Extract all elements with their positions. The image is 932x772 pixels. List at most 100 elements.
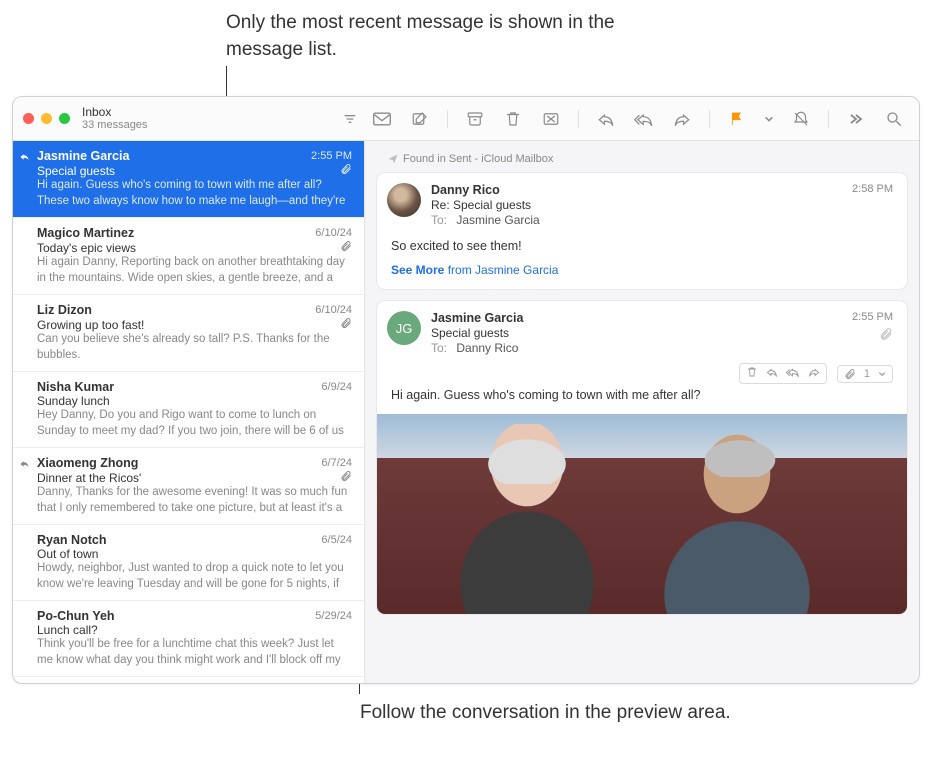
- message-time: 2:58 PM: [852, 183, 893, 195]
- attachment-image[interactable]: [377, 414, 907, 614]
- found-in-banner: Found in Sent - iCloud Mailbox: [377, 151, 907, 173]
- inline-reply-icon[interactable]: [766, 366, 778, 381]
- replied-icon: [19, 151, 30, 165]
- to-label: To:: [431, 341, 447, 355]
- avatar: JG: [387, 311, 421, 345]
- subject: Growing up too fast!: [37, 318, 340, 332]
- from-name: Jasmine Garcia: [431, 311, 842, 325]
- message-row[interactable]: Po-Chun Yeh5/29/24Lunch call?Think you'l…: [13, 601, 364, 677]
- message-row[interactable]: Liz Dizon6/10/24 Growing up too fast!Can …: [13, 295, 364, 372]
- message-row[interactable]: Xiaomeng Zhong6/7/24Dinner at the Ricos'…: [13, 448, 364, 525]
- message-header: JG Jasmine Garcia Special guests To: Dan…: [377, 301, 907, 361]
- message-header: Danny Rico Re: Special guests To: Jasmin…: [377, 173, 907, 233]
- annotation-bottom: Follow the conversation in the preview a…: [360, 700, 760, 727]
- attachment-icon: [340, 317, 352, 332]
- message-row[interactable]: Ryan Notch6/5/24Out of townHowdy, neighb…: [13, 525, 364, 601]
- subject: Lunch call?: [37, 623, 352, 637]
- toolbar-separator: [828, 110, 829, 128]
- inline-trash-icon[interactable]: [746, 366, 758, 381]
- sender: Po-Chun Yeh: [37, 609, 315, 623]
- flag-menu-chevron-icon[interactable]: [764, 108, 774, 130]
- sender: Ryan Notch: [37, 533, 321, 547]
- sender: Magico Martinez: [37, 226, 315, 240]
- conversation-message[interactable]: Danny Rico Re: Special guests To: Jasmin…: [377, 173, 907, 289]
- message-row[interactable]: Magico Martinez6/10/24 Today's epic views…: [13, 218, 364, 295]
- close-window-button[interactable]: [23, 113, 34, 124]
- found-in-text: Found in Sent - iCloud Mailbox: [403, 153, 553, 165]
- attachment-icon: [340, 163, 352, 178]
- from-name: Danny Rico: [431, 183, 842, 197]
- date: 2:55 PM: [311, 150, 352, 162]
- attachment-icon: [340, 470, 352, 485]
- inline-reply-all-icon[interactable]: [786, 366, 800, 381]
- inline-forward-icon[interactable]: [808, 366, 820, 381]
- sender: Jasmine Garcia: [37, 149, 311, 163]
- conversation-message[interactable]: JG Jasmine Garcia Special guests To: Dan…: [377, 301, 907, 614]
- message-time: 2:55 PM: [852, 311, 893, 323]
- preview-pane: Found in Sent - iCloud Mailbox Danny Ric…: [365, 141, 919, 683]
- trash-icon[interactable]: [502, 108, 524, 130]
- subject: Today's epic views: [37, 241, 340, 255]
- preview-text: Hi again Danny, Reporting back on anothe…: [37, 255, 352, 286]
- to-label: To:: [431, 213, 447, 227]
- minimize-window-button[interactable]: [41, 113, 52, 124]
- toolbar-separator: [447, 110, 448, 128]
- mailbox-name: Inbox: [82, 105, 337, 119]
- message-list[interactable]: Jasmine Garcia2:55 PMSpecial guestsHi ag…: [13, 141, 365, 683]
- preview-text: Can you believe she's already so tall? P…: [37, 332, 352, 363]
- mail-window: Inbox 33 messages: [12, 96, 920, 684]
- overflow-icon[interactable]: [845, 108, 867, 130]
- inline-attachment-count[interactable]: 1: [837, 365, 893, 383]
- search-icon[interactable]: [883, 108, 905, 130]
- toolbar-separator: [709, 110, 710, 128]
- envelope-icon[interactable]: [371, 108, 393, 130]
- to-name: Danny Rico: [456, 341, 518, 355]
- message-body: Hi again. Guess who's coming to town wit…: [391, 388, 893, 402]
- date: 6/5/24: [321, 534, 352, 546]
- subject: Special guests: [37, 164, 340, 178]
- date: 6/7/24: [321, 457, 352, 469]
- filter-button[interactable]: [337, 108, 363, 130]
- sender: Nisha Kumar: [37, 380, 321, 394]
- window-controls: [23, 113, 70, 124]
- toolbar: [371, 108, 909, 130]
- reply-icon[interactable]: [595, 108, 617, 130]
- archive-icon[interactable]: [464, 108, 486, 130]
- mailbox-count: 33 messages: [82, 119, 337, 132]
- subject: Sunday lunch: [37, 394, 352, 408]
- sender: Xiaomeng Zhong: [37, 456, 321, 470]
- mute-icon[interactable]: [790, 108, 812, 130]
- attachment-icon: [852, 327, 893, 344]
- inline-toolbar: 1: [377, 361, 907, 388]
- mailbox-title: Inbox 33 messages: [82, 105, 337, 133]
- replied-icon: [19, 458, 30, 472]
- flag-icon[interactable]: [726, 108, 748, 130]
- subject: Out of town: [37, 547, 352, 561]
- reply-all-icon[interactable]: [633, 108, 655, 130]
- message-body: So excited to see them!: [391, 239, 893, 253]
- subject: Re: Special guests: [431, 198, 842, 212]
- preview-text: Think you'll be free for a lunchtime cha…: [37, 637, 352, 668]
- date: 6/9/24: [321, 381, 352, 393]
- avatar: [387, 183, 421, 217]
- preview-text: Hi again. Guess who's coming to town wit…: [37, 178, 352, 209]
- to-name: Jasmine Garcia: [456, 213, 539, 227]
- body: Jasmine Garcia2:55 PMSpecial guestsHi ag…: [13, 141, 919, 683]
- preview-text: Danny, Thanks for the awesome evening! I…: [37, 485, 352, 516]
- message-row[interactable]: Jasmine Garcia2:55 PM Special guestsHi ag…: [13, 141, 364, 218]
- date: 5/29/24: [315, 610, 352, 622]
- date: 6/10/24: [315, 304, 352, 316]
- toolbar-separator: [578, 110, 579, 128]
- message-row[interactable]: Nisha Kumar6/9/24Sunday lunchHey Danny, …: [13, 372, 364, 448]
- attachment-icon: [340, 240, 352, 255]
- forward-icon[interactable]: [671, 108, 693, 130]
- junk-icon[interactable]: [540, 108, 562, 130]
- titlebar: Inbox 33 messages: [13, 97, 919, 141]
- annotation-top: Only the most recent message is shown in…: [226, 10, 626, 63]
- preview-text: Howdy, neighbor, Just wanted to drop a q…: [37, 561, 352, 592]
- zoom-window-button[interactable]: [59, 113, 70, 124]
- compose-icon[interactable]: [409, 108, 431, 130]
- see-more-link[interactable]: See More from Jasmine Garcia: [391, 263, 893, 277]
- date: 6/10/24: [315, 227, 352, 239]
- sender: Liz Dizon: [37, 303, 315, 317]
